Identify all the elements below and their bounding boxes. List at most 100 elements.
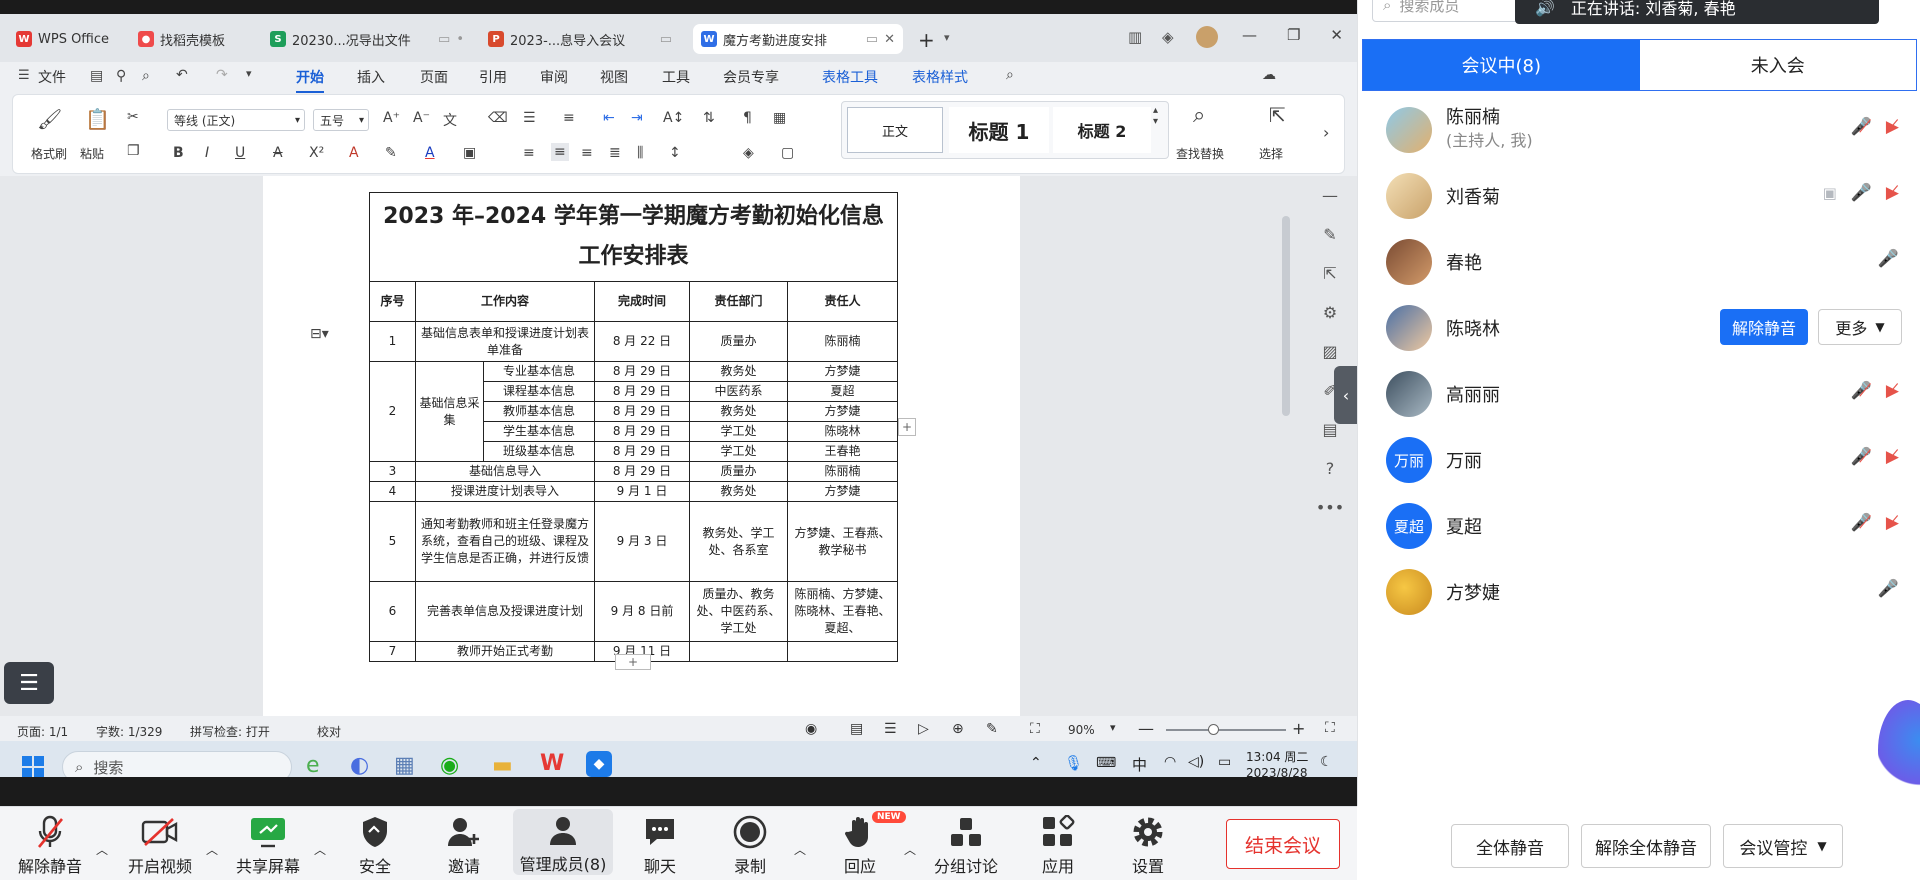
- font-size-select[interactable]: 五号 ▾: [313, 109, 369, 131]
- cell[interactable]: 教务处、学工处、各系室: [689, 501, 788, 582]
- cell[interactable]: 教务处: [689, 481, 788, 502]
- distribute-icon[interactable]: ⫼: [637, 145, 643, 161]
- cell[interactable]: 6: [369, 581, 416, 642]
- cell[interactable]: 8 月 29 日: [594, 421, 690, 442]
- cell[interactable]: 方梦婕: [787, 361, 898, 382]
- mic-muted-icon[interactable]: 🎤̸: [1851, 447, 1872, 467]
- manage-members-button[interactable]: 管理成员(8): [513, 809, 613, 875]
- menu-file[interactable]: 文件: [38, 67, 66, 87]
- minus-icon[interactable]: —: [1322, 186, 1338, 205]
- cell[interactable]: 9 月 3 日: [594, 501, 690, 582]
- fit-icon[interactable]: ⛶: [1030, 721, 1040, 737]
- search-icon[interactable]: ⌕: [1006, 67, 1014, 83]
- assistant-bubble[interactable]: [1878, 700, 1920, 800]
- style-normal[interactable]: 正文: [847, 107, 943, 153]
- breakout-rooms-button[interactable]: 分组讨论: [921, 813, 1011, 877]
- unmute-all-button[interactable]: 解除全体静音: [1581, 824, 1711, 868]
- camera-off-icon[interactable]: ▶̸: [1886, 513, 1899, 533]
- new-tab-icon[interactable]: +: [918, 28, 935, 52]
- cell[interactable]: 课程基本信息: [483, 381, 595, 402]
- cell[interactable]: 教师开始正式考勤: [415, 641, 595, 662]
- hamburger-icon[interactable]: ☰: [18, 68, 30, 83]
- cell[interactable]: 8 月 29 日: [594, 401, 690, 422]
- cell[interactable]: 8 月 29 日: [594, 441, 690, 462]
- zoom-in-icon[interactable]: +: [1292, 719, 1305, 738]
- paste-label[interactable]: 粘贴: [80, 145, 104, 162]
- chevron-down-icon[interactable]: ▾: [246, 67, 252, 80]
- cell[interactable]: 8 月 29 日: [594, 361, 690, 382]
- map-icon[interactable]: ▤: [1322, 420, 1337, 439]
- play-icon[interactable]: ▷: [918, 721, 929, 737]
- close-tab-icon[interactable]: ✕: [884, 32, 895, 47]
- eye-icon[interactable]: ◉: [805, 721, 817, 737]
- meeting-app-icon[interactable]: ◆: [586, 751, 612, 777]
- participant-row[interactable]: 陈丽楠 (主持人, 我) 🎤̸ ▶̸: [1358, 97, 1920, 163]
- battery-icon[interactable]: ▭: [1218, 754, 1231, 770]
- add-row-icon[interactable]: +: [615, 654, 651, 670]
- word-count[interactable]: 字数: 1/329: [96, 723, 162, 740]
- pen-icon[interactable]: ✎: [1323, 225, 1336, 244]
- unmute-participant-button[interactable]: 解除静音: [1720, 309, 1808, 345]
- cell[interactable]: 通知考勤教师和班主任登录魔方系统，查看自己的班级、课程及学生信息是否正确，并进行…: [415, 501, 595, 582]
- menu-references[interactable]: 引用: [479, 67, 507, 87]
- chevron-up-icon[interactable]: ︿: [794, 841, 806, 858]
- zoom-slider[interactable]: [1166, 729, 1286, 731]
- tab-presentation[interactable]: P 2023-...息导入会议 ▭: [480, 24, 680, 54]
- cell[interactable]: 教务处: [689, 401, 788, 422]
- camera-off-icon[interactable]: ▶̸: [1886, 381, 1899, 401]
- chevron-up-icon[interactable]: ︿: [314, 841, 326, 858]
- fullscreen-icon[interactable]: ⛶: [1325, 720, 1335, 736]
- invite-button[interactable]: 邀请: [419, 813, 509, 877]
- cube-icon[interactable]: ◈: [1162, 28, 1174, 46]
- chat-button[interactable]: 聊天: [615, 813, 705, 877]
- border-icon[interactable]: ▢: [781, 145, 794, 161]
- outdent-icon[interactable]: ⇤: [603, 110, 615, 126]
- superscript-icon[interactable]: X²: [309, 145, 324, 161]
- microphone-icon[interactable]: 🎙: [1064, 754, 1083, 772]
- tab-not-joined[interactable]: 未入会: [1640, 40, 1917, 90]
- participant-row[interactable]: 陈晓林 解除静音 更多 ▼: [1358, 295, 1920, 361]
- camera-off-icon[interactable]: ▶̸: [1886, 183, 1899, 203]
- menu-tools[interactable]: 工具: [662, 67, 690, 87]
- link-icon[interactable]: ⚲: [116, 68, 126, 84]
- cell[interactable]: 质量办、教务处、中医药系、学工处: [689, 581, 788, 642]
- cell[interactable]: 8 月 22 日: [594, 321, 690, 362]
- end-meeting-button[interactable]: 结束会议: [1226, 819, 1340, 869]
- cell[interactable]: 陈丽楠: [787, 321, 898, 362]
- notification-icon[interactable]: ☾: [1320, 754, 1333, 770]
- browser-icon[interactable]: e: [306, 753, 320, 778]
- chevron-up-icon[interactable]: ︿: [206, 841, 218, 858]
- highlight-icon[interactable]: ✎: [385, 145, 397, 161]
- bold-icon[interactable]: B: [173, 145, 184, 161]
- zoom-value[interactable]: 90%: [1068, 723, 1095, 737]
- chevron-up-icon[interactable]: ⌃: [1030, 755, 1042, 771]
- windows-start-icon[interactable]: [22, 756, 44, 778]
- find-icon[interactable]: ⌕: [142, 68, 150, 84]
- meeting-control-button[interactable]: 会议管控 ▼: [1723, 824, 1843, 868]
- char-shading-icon[interactable]: ▣: [463, 145, 476, 161]
- font-family-select[interactable]: 等线 (正文) ▾: [167, 109, 305, 131]
- scrollbar[interactable]: [1282, 216, 1290, 416]
- tab-active-document[interactable]: W 魔方考勤进度安排 ▭ ✕: [693, 24, 903, 54]
- phonetic-icon[interactable]: 文: [443, 110, 457, 130]
- cell[interactable]: 基础信息导入: [415, 461, 595, 482]
- participant-row[interactable]: 方梦婕 🎤: [1358, 559, 1920, 625]
- mic-icon[interactable]: 🎤: [1878, 249, 1899, 269]
- style-heading-2[interactable]: 标题 2: [1053, 107, 1151, 153]
- cell[interactable]: 学工处: [689, 441, 788, 462]
- add-column-icon[interactable]: +: [898, 418, 916, 436]
- cell[interactable]: 夏超: [787, 381, 898, 402]
- chevron-down-icon[interactable]: ▾: [944, 31, 950, 44]
- start-video-button[interactable]: 开启视频: [115, 813, 205, 877]
- cell[interactable]: 教务处: [689, 361, 788, 382]
- format-painter-label[interactable]: 格式刷: [31, 145, 67, 162]
- list-toggle-icon[interactable]: ☰: [4, 662, 54, 704]
- line-spacing-icon[interactable]: ↕: [669, 145, 681, 161]
- align-right-icon[interactable]: ≡: [581, 145, 593, 161]
- more-icon[interactable]: •••: [1316, 498, 1344, 517]
- save-icon[interactable]: ▤: [90, 68, 103, 84]
- cell[interactable]: 质量办: [689, 321, 788, 362]
- cell[interactable]: [689, 641, 788, 662]
- bullet-list-icon[interactable]: ☰: [523, 110, 536, 126]
- table-icon[interactable]: ▦: [773, 110, 786, 126]
